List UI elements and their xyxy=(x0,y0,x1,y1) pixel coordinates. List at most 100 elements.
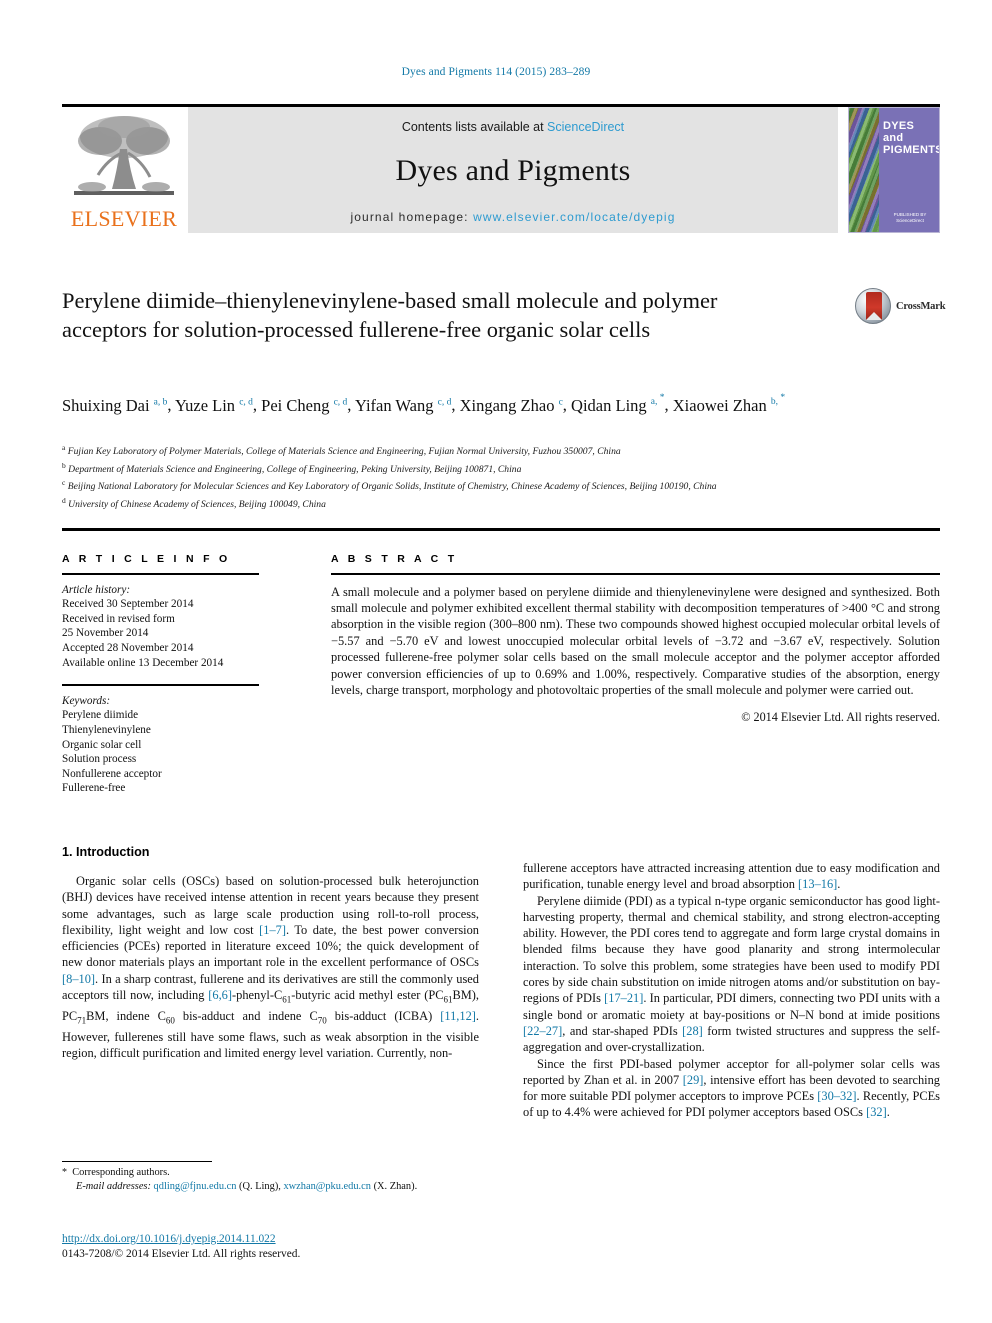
article-history-items: Received 30 September 2014 Received in re… xyxy=(62,597,259,670)
email-link-zhan[interactable]: xwzhan@pku.edu.cn xyxy=(283,1181,370,1192)
keyword-item: Thienylenevinylene xyxy=(62,723,151,736)
contents-prefix: Contents lists available at xyxy=(401,120,548,134)
footnote-rule xyxy=(62,1161,212,1162)
history-item: Received 30 September 2014 xyxy=(62,598,194,611)
affiliation-item: c Beijing National Laboratory for Molecu… xyxy=(62,478,717,493)
keyword-item: Nonfullerene acceptor xyxy=(62,767,162,780)
cover-artwork-overlay xyxy=(849,108,879,232)
cover-title: DYES and PIGMENTS xyxy=(883,120,940,156)
abstract-text: A small molecule and a polymer based on … xyxy=(331,584,940,698)
paragraph: Organic solar cells (OSCs) based on solu… xyxy=(62,874,480,1060)
author-name: Pei Cheng c, d xyxy=(261,395,348,415)
abstract-label: A B S T R A C T xyxy=(331,553,458,565)
author-name: Xingang Zhao c xyxy=(459,395,563,415)
citation-link[interactable]: [17–21] xyxy=(604,991,643,1005)
author-affiliation-marks: a, * xyxy=(650,393,665,408)
citation-link[interactable]: [32] xyxy=(866,1105,887,1119)
author-name: Xiaowei Zhan b, * xyxy=(672,393,786,415)
paragraph: Since the first PDI-based polymer accept… xyxy=(523,1056,941,1120)
author-affiliation-marks: c, d xyxy=(437,397,452,408)
homepage-line: journal homepage: www.elsevier.com/locat… xyxy=(188,210,838,224)
history-item: Received in revised form xyxy=(62,612,175,625)
affiliation-list: a Fujian Key Laboratory of Polymer Mater… xyxy=(62,441,940,512)
author-name: Yifan Wang c, d xyxy=(354,395,452,415)
article-history: Article history: Received 30 September 2… xyxy=(62,583,259,671)
cover-footer: PUBLISHED BY ScienceDirect xyxy=(893,212,927,223)
page-title: Perylene diimide–thienylenevinylene-base… xyxy=(62,288,718,342)
keywords-block: Keywords: Perylene diimide Thienyleneviny… xyxy=(62,694,259,796)
copyright-notice: © 2014 Elsevier Ltd. All rights reserved… xyxy=(741,710,940,725)
paragraph: Perylene diimide (PDI) as a typical n-ty… xyxy=(523,893,940,1055)
crossmark-icon xyxy=(855,288,891,324)
citation-link[interactable]: [30–32] xyxy=(817,1089,856,1103)
citation-link[interactable]: [11,12] xyxy=(440,1009,476,1023)
affiliation-item: b Department of Materials Science and En… xyxy=(62,460,522,475)
email-owner-zhan: (X. Zhan) xyxy=(373,1180,415,1192)
journal-cover-thumbnail: DYES and PIGMENTS PUBLISHED BY ScienceDirec… xyxy=(848,107,940,233)
email-owner-ling: (Q. Ling) xyxy=(239,1180,279,1192)
article-info-rule xyxy=(62,573,259,575)
asterisk-icon: * xyxy=(62,1167,67,1178)
abstract-column: A B S T R A C T A small molecule and a p… xyxy=(331,553,940,725)
info-separator-rule xyxy=(62,528,940,531)
author-affiliation-marks: a, b xyxy=(153,397,168,408)
keywords-label: Keywords: xyxy=(62,694,111,707)
body-column-left: Organic solar cells (OSCs) based on solu… xyxy=(62,873,479,1061)
keyword-items: Perylene diimide Thienylenevinylene Organi… xyxy=(62,708,259,796)
article-page: Dyes and Pigments 114 (2015) 283–289 ELS… xyxy=(0,0,992,1323)
homepage-link[interactable]: www.elsevier.com/locate/dyepig xyxy=(473,210,675,224)
affiliation-mark: a xyxy=(62,443,66,452)
crossmark-notch xyxy=(866,312,882,320)
author-affiliation-marks: c, d xyxy=(333,397,348,408)
affiliation-item: d University of Chinese Academy of Scien… xyxy=(62,496,326,511)
author-name: Shuixing Dai a, b xyxy=(62,395,168,415)
citation-link[interactable]: [22–27] xyxy=(523,1024,562,1038)
history-item: 25 November 2014 xyxy=(62,627,149,640)
keyword-item: Perylene diimide xyxy=(62,709,139,722)
affiliation-mark: d xyxy=(62,496,66,506)
author-affiliation-marks: c, d xyxy=(239,397,253,408)
corresponding-authors-text: Corresponding authors. xyxy=(72,1167,170,1178)
author-affiliation-marks: b, * xyxy=(770,393,786,408)
footer-block: http://dx.doi.org/10.1016/j.dyepig.2014.… xyxy=(62,1232,479,1262)
elsevier-logo: ELSEVIER xyxy=(62,107,186,233)
body-column-right: fullerene acceptors have attracted incre… xyxy=(523,860,940,1121)
citation-link[interactable]: [6,6] xyxy=(208,988,232,1002)
elsevier-wordmark: ELSEVIER xyxy=(70,206,178,231)
sciencedirect-link[interactable]: ScienceDirect xyxy=(547,120,624,134)
email-line: E-mail addresses: qdling@fjnu.edu.cn (Q.… xyxy=(76,1180,418,1192)
citation-link[interactable]: [29] xyxy=(683,1073,704,1087)
article-info-column: A R T I C L E I N F O Article history: R… xyxy=(62,553,259,796)
history-item: Available online 13 December 2014 xyxy=(62,656,224,669)
homepage-prefix: journal homepage: xyxy=(350,210,474,224)
section-heading-introduction: 1. Introduction xyxy=(62,845,150,859)
keyword-item: Fullerene-free xyxy=(62,782,126,795)
article-history-label: Article history: xyxy=(62,583,131,596)
paragraph: fullerene acceptors have attracted incre… xyxy=(523,861,940,892)
citation-link[interactable]: [8–10] xyxy=(62,972,95,986)
footnote-block: * Corresponding authors. E-mail addresse… xyxy=(62,1166,479,1193)
affiliation-item: a Fujian Key Laboratory of Polymer Mater… xyxy=(62,443,621,458)
author-name: Yuze Lin c, d xyxy=(175,395,253,415)
corresponding-authors-note: * Corresponding authors. xyxy=(62,1166,479,1180)
keyword-item: Solution process xyxy=(62,753,137,766)
article-info-label: A R T I C L E I N F O xyxy=(62,553,231,565)
history-item: Accepted 28 November 2014 xyxy=(62,641,194,654)
elsevier-tree-icon xyxy=(74,116,174,195)
keyword-item: Organic solar cell xyxy=(62,738,142,751)
email-link-ling[interactable]: qdling@fjnu.edu.cn xyxy=(154,1181,237,1192)
journal-title: Dyes and Pigments xyxy=(395,154,631,187)
citation-link[interactable]: [13–16] xyxy=(798,877,837,891)
citation-link[interactable]: [28] xyxy=(682,1024,703,1038)
author-affiliation-marks: c xyxy=(558,397,563,408)
issn-copyright: 0143-7208/© 2014 Elsevier Ltd. All right… xyxy=(62,1248,301,1260)
journal-header: ELSEVIER Contents lists available at Sci… xyxy=(62,107,940,233)
doi-link[interactable]: http://dx.doi.org/10.1016/j.dyepig.2014.… xyxy=(62,1232,479,1247)
author-list: Shuixing Dai a, b, Yuze Lin c, d, Pei Ch… xyxy=(62,393,786,415)
contents-line: Contents lists available at ScienceDirec… xyxy=(188,120,838,134)
journal-banner: Contents lists available at ScienceDirec… xyxy=(188,107,838,233)
author-name: Qidan Ling a, * xyxy=(571,393,665,415)
citation-link[interactable]: [1–7] xyxy=(259,923,286,937)
crossmark-label: CrossMark xyxy=(896,301,946,312)
crossmark-badge[interactable]: CrossMark xyxy=(855,288,951,326)
